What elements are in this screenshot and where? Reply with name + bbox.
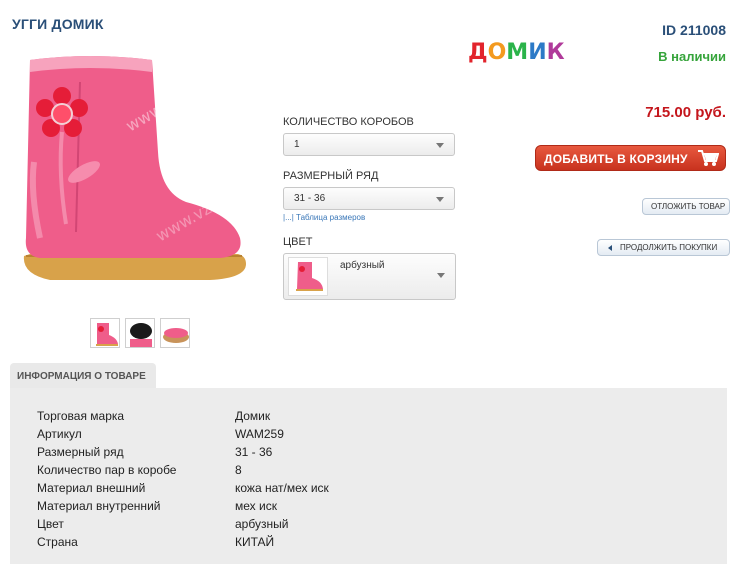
boxes-label: КОЛИЧЕСТВО КОРОБОВ xyxy=(283,116,414,128)
add-to-cart-label: ДОБАВИТЬ В КОРЗИНУ xyxy=(544,152,688,166)
arrow-left-icon xyxy=(608,245,612,251)
size-table-link[interactable]: |...| Таблица размеров xyxy=(283,213,365,222)
info-key: Материал внешний xyxy=(37,481,146,495)
add-to-cart-button[interactable]: ДОБАВИТЬ В КОРЗИНУ xyxy=(535,145,726,171)
thumbnail-inside[interactable] xyxy=(125,318,155,348)
brand-logo-letter: Д xyxy=(468,40,488,65)
brand-logo-letter: К xyxy=(546,40,565,65)
size-label: РАЗМЕРНЫЙ РЯД xyxy=(283,170,379,182)
tab-product-info-label: ИНФОРМАЦИЯ О ТОВАРЕ xyxy=(17,371,146,382)
brand-logo-letter: О xyxy=(487,40,507,65)
color-select-value: арбузный xyxy=(340,260,385,271)
info-value: Домик xyxy=(235,409,271,423)
thumbnail-sole[interactable] xyxy=(160,318,190,348)
brand-logo-letter: М xyxy=(506,40,529,65)
postpone-label: ОТЛОЖИТЬ ТОВАР xyxy=(651,202,726,211)
continue-shopping-label: ПРОДОЛЖИТЬ ПОКУПКИ xyxy=(620,243,718,252)
color-swatch-image xyxy=(288,257,328,296)
info-value: кожа нат/мех иск xyxy=(235,481,329,495)
info-key: Артикул xyxy=(37,427,82,441)
shopping-cart-icon xyxy=(698,150,719,166)
info-value: 8 xyxy=(235,463,242,477)
chevron-down-icon xyxy=(436,197,444,202)
thumbnail-boot-icon xyxy=(96,323,118,346)
thumbnail-front[interactable] xyxy=(90,318,120,348)
info-value: 31 - 36 xyxy=(235,445,273,459)
info-key: Страна xyxy=(37,535,78,549)
info-key: Цвет xyxy=(37,517,64,531)
boxes-select[interactable]: 1 xyxy=(283,133,455,156)
product-info-panel: Торговая марка Домик Артикул WAM259 Разм… xyxy=(10,388,727,564)
brand-logo-letter: И xyxy=(528,40,547,65)
info-value: арбузный xyxy=(235,517,289,531)
brand-logo: ДОМИК xyxy=(468,40,565,65)
product-id: ID 211008 xyxy=(662,22,726,38)
thumbnail-sole-icon xyxy=(163,328,189,343)
info-key: Количество пар в коробе xyxy=(37,463,177,477)
color-select[interactable]: арбузный xyxy=(283,253,456,300)
boxes-select-value: 1 xyxy=(294,139,300,150)
info-key: Размерный ряд xyxy=(37,445,124,459)
color-label: ЦВЕТ xyxy=(283,236,313,248)
info-key: Материал внутренний xyxy=(37,499,161,513)
boot-swatch-icon xyxy=(296,262,323,291)
chevron-down-icon xyxy=(437,273,445,278)
info-key: Торговая марка xyxy=(37,409,125,423)
product-price: 715.00 руб. xyxy=(645,104,726,121)
size-select[interactable]: 31 - 36 xyxy=(283,187,455,210)
info-value: WAM259 xyxy=(235,427,284,441)
chevron-down-icon xyxy=(436,143,444,148)
info-value: КИТАЙ xyxy=(235,535,275,549)
continue-shopping-button[interactable]: ПРОДОЛЖИТЬ ПОКУПКИ xyxy=(597,239,730,256)
tab-product-info[interactable]: ИНФОРМАЦИЯ О ТОВАРЕ xyxy=(10,363,156,389)
product-main-image[interactable]: www.vz www.vz xyxy=(10,42,256,304)
product-title: УГГИ ДОМИК xyxy=(12,16,104,32)
postpone-button[interactable]: ОТЛОЖИТЬ ТОВАР xyxy=(642,198,730,215)
availability-status: В наличии xyxy=(658,49,726,64)
thumbnail-fur-icon xyxy=(130,323,152,347)
size-select-value: 31 - 36 xyxy=(294,193,326,204)
boot-image: www.vz www.vz xyxy=(23,56,246,280)
info-value: мех иск xyxy=(235,499,277,513)
